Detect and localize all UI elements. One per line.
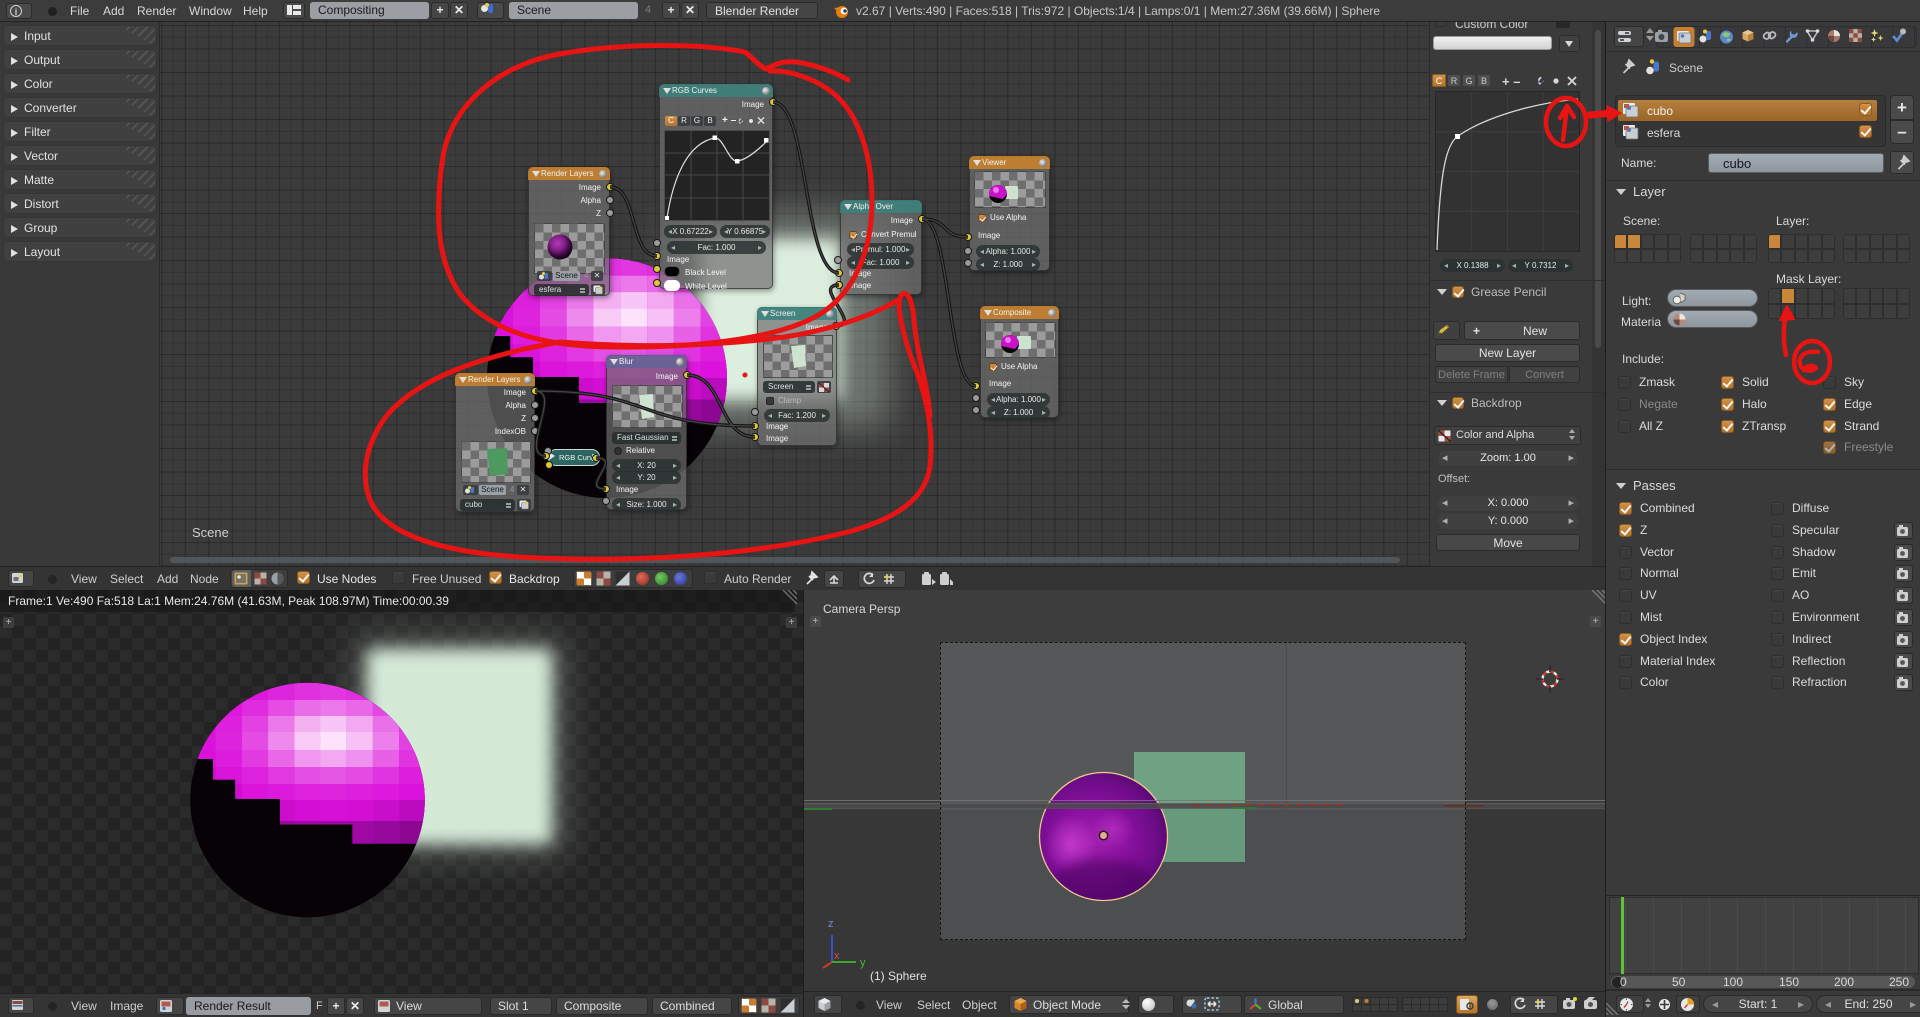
svg-text:x: x: [834, 950, 840, 962]
svg-text:y: y: [860, 957, 866, 969]
svg-text:z: z: [828, 918, 834, 930]
